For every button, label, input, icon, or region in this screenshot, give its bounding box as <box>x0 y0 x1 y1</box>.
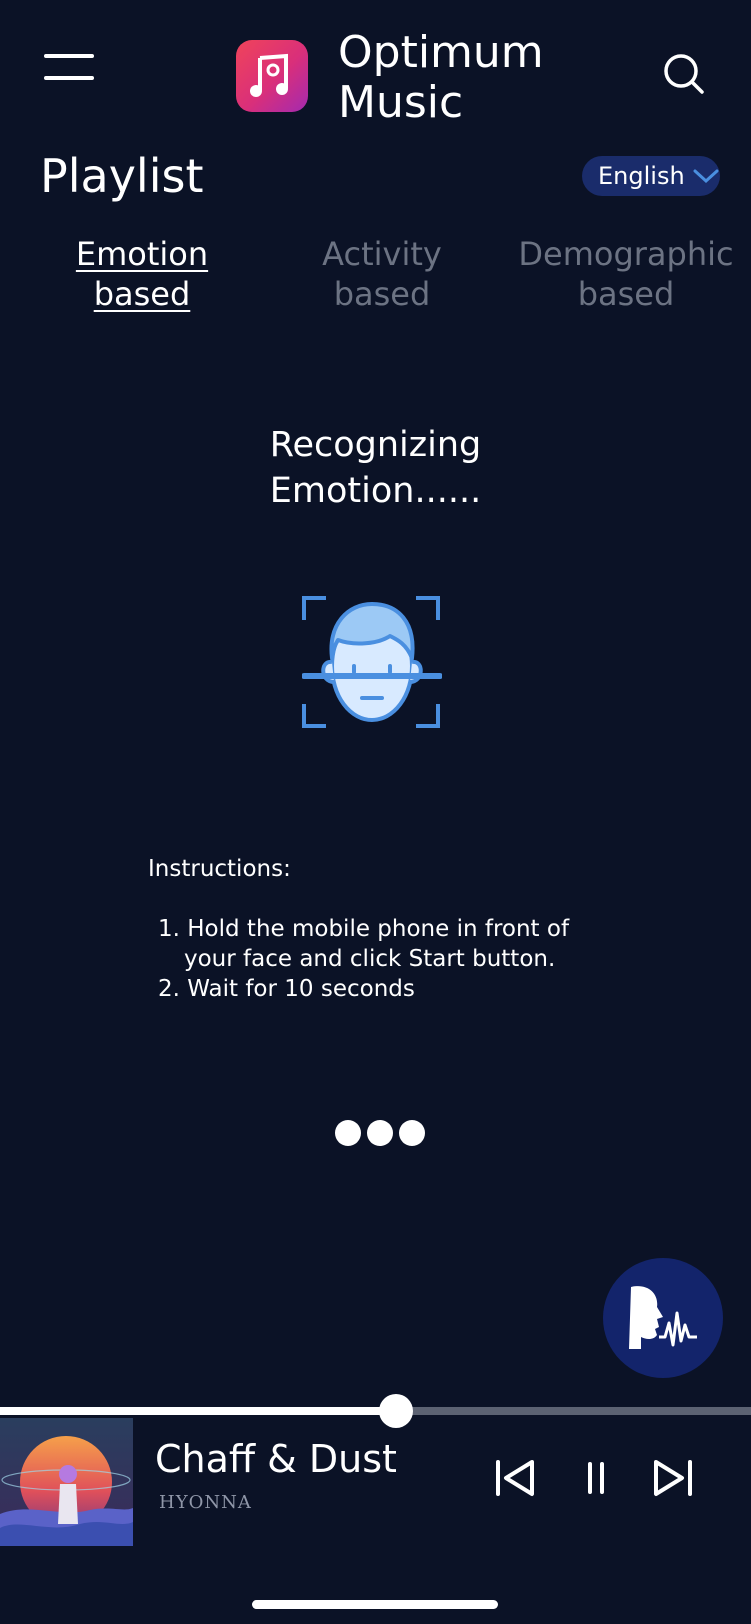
voice-assistant-button[interactable] <box>603 1258 723 1378</box>
next-button[interactable] <box>648 1456 696 1500</box>
tab-demographic-based[interactable]: Demographic based <box>516 234 736 314</box>
previous-button[interactable] <box>492 1456 540 1500</box>
menu-button[interactable] <box>44 52 96 84</box>
chevron-down-icon <box>693 169 719 184</box>
tab-activity-based[interactable]: Activity based <box>312 234 452 314</box>
home-indicator[interactable] <box>252 1600 498 1609</box>
playback-progress-bar[interactable] <box>0 1394 751 1428</box>
pause-icon <box>588 1462 604 1494</box>
recognition-title-line1: Recognizing <box>269 425 482 465</box>
language-label: English <box>598 162 685 190</box>
loading-dot <box>399 1120 425 1146</box>
voice-assistant-icon <box>629 1286 697 1349</box>
menu-icon-bar <box>44 76 94 80</box>
album-art <box>0 1418 133 1546</box>
skip-previous-icon <box>496 1460 534 1496</box>
tab-label: Activity based <box>322 235 442 313</box>
music-note-logo-icon <box>250 53 288 97</box>
tab-label: Emotion based <box>75 235 209 313</box>
track-artist: HYONNA <box>159 1492 252 1513</box>
instruction-item: 2. Wait for 10 seconds <box>158 976 415 1002</box>
track-title: Chaff & Dust <box>155 1437 397 1481</box>
page-title: Playlist <box>40 149 204 203</box>
recognition-status: Recognizing Emotion...... <box>0 422 751 514</box>
pause-button[interactable] <box>572 1456 620 1500</box>
instruction-item: 1. Hold the mobile phone in front of <box>158 916 570 942</box>
progress-fill <box>0 1407 396 1415</box>
language-select[interactable]: English <box>582 156 720 196</box>
tab-label: Demographic based <box>518 235 734 313</box>
app-logo <box>236 40 308 112</box>
search-button[interactable] <box>660 50 708 98</box>
loading-indicator <box>335 1120 425 1148</box>
loading-dot <box>367 1120 393 1146</box>
skip-next-icon <box>654 1460 692 1496</box>
instruction-item-continuation: your face and click Start button. <box>184 946 556 972</box>
loading-dot <box>335 1120 361 1146</box>
recognition-title-line2: Emotion...... <box>269 471 482 511</box>
menu-icon-bar <box>44 54 94 58</box>
search-icon <box>664 54 704 94</box>
face-scan-icon <box>301 596 443 730</box>
app-title: Optimum Music <box>338 27 544 128</box>
tab-emotion-based[interactable]: Emotion based <box>72 234 212 314</box>
instructions-label: Instructions: <box>148 856 291 882</box>
progress-thumb[interactable] <box>378 1394 413 1428</box>
instructions-list: 1. Hold the mobile phone in front of you… <box>158 914 618 1004</box>
